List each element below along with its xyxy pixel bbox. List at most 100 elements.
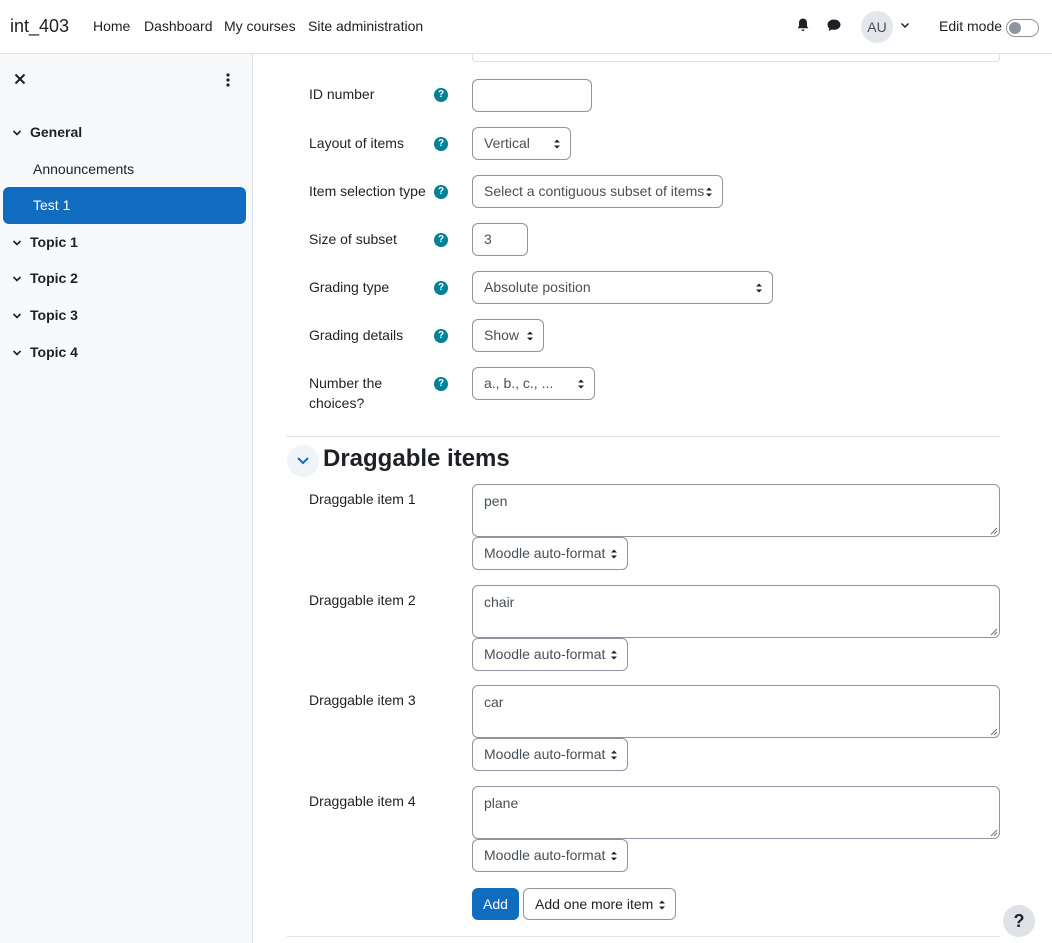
add-button[interactable]: Add [472, 888, 519, 920]
select-arrow-icon [659, 900, 665, 910]
section-divider [287, 436, 1000, 437]
help-icon[interactable]: ? [434, 233, 448, 247]
resize-handle-icon[interactable] [990, 527, 998, 535]
chevron-down-icon [12, 130, 22, 136]
select-arrow-icon [611, 650, 617, 660]
select-value: Moodle auto-format [484, 847, 606, 863]
grading-type-select[interactable]: Absolute position [472, 271, 773, 304]
collapse-section-button[interactable] [287, 445, 319, 477]
user-avatar[interactable]: AU [861, 11, 893, 43]
numbering-label-line1: Number the [309, 375, 383, 391]
select-arrow-icon [611, 549, 617, 559]
help-icon[interactable]: ? [434, 377, 448, 391]
draggable-item-label: Draggable item 2 [309, 592, 416, 608]
select-value: Vertical [484, 135, 530, 151]
bell-icon[interactable] [795, 17, 811, 33]
select-arrow-icon [554, 139, 560, 149]
select-arrow-icon [578, 379, 584, 389]
resize-handle-icon[interactable] [990, 829, 998, 837]
select-value: Moodle auto-format [484, 545, 606, 561]
textarea-value: pen [484, 493, 508, 509]
edit-mode-toggle[interactable] [1006, 19, 1039, 37]
help-icon[interactable]: ? [434, 329, 448, 343]
draggable-item-textarea[interactable]: pen [472, 484, 1000, 537]
layout-label: Layout of items [309, 135, 404, 151]
textarea-value: chair [484, 594, 515, 610]
section-title: Draggable items [323, 445, 510, 472]
main-content: ID number ? Layout of items ? Vertical I… [253, 50, 1052, 943]
section-topic-3[interactable]: Topic 3 [12, 307, 78, 323]
select-value: Absolute position [484, 279, 591, 295]
section-topic-4[interactable]: Topic 4 [12, 344, 78, 360]
help-icon[interactable]: ? [434, 137, 448, 151]
section-label: Topic 1 [30, 234, 78, 250]
format-select[interactable]: Moodle auto-format [472, 738, 628, 771]
item-test-1[interactable]: Test 1 [3, 187, 246, 224]
help-icon[interactable]: ? [434, 185, 448, 199]
subset-size-label: Size of subset [309, 231, 397, 247]
format-select[interactable]: Moodle auto-format [472, 638, 628, 671]
id-number-label: ID number [309, 86, 375, 102]
select-value: Moodle auto-format [484, 746, 606, 762]
select-value: Select a contiguous subset of items [484, 183, 705, 199]
resize-handle-icon[interactable] [990, 628, 998, 636]
item-announcements[interactable]: Announcements [33, 161, 134, 177]
nav-home[interactable]: Home [93, 18, 130, 34]
chevron-down-icon [297, 457, 309, 465]
draggable-item-textarea[interactable]: chair [472, 585, 1000, 638]
select-arrow-icon [527, 331, 533, 341]
chevron-down-icon [12, 240, 22, 246]
grading-details-label: Grading details [309, 327, 404, 343]
section-label: General [30, 124, 83, 140]
help-floating-button[interactable]: ? [1003, 905, 1035, 937]
numbering-select[interactable]: a., b., c., ... [472, 367, 595, 400]
help-icon[interactable]: ? [434, 88, 448, 102]
top-navbar: int_403 Home Dashboard My courses Site a… [0, 0, 1052, 54]
id-number-input[interactable] [472, 79, 592, 112]
draggable-item-label: Draggable item 3 [309, 692, 416, 708]
add-more-select[interactable]: Add one more item [523, 888, 676, 920]
chevron-down-icon [12, 313, 22, 319]
section-label: Topic 4 [30, 344, 78, 360]
close-icon[interactable] [13, 72, 27, 86]
subset-size-input[interactable]: 3 [472, 223, 528, 256]
select-arrow-icon [611, 851, 617, 861]
grading-type-label: Grading type [309, 279, 390, 295]
nav-my-courses[interactable]: My courses [224, 18, 296, 34]
site-brand[interactable]: int_403 [10, 16, 69, 37]
select-arrow-icon [756, 283, 762, 293]
chevron-down-icon[interactable] [899, 19, 911, 31]
section-general[interactable]: General [12, 124, 82, 140]
chevron-down-icon [12, 350, 22, 356]
textarea-value: car [484, 694, 504, 710]
chat-icon[interactable] [826, 17, 842, 33]
draggable-item-textarea[interactable]: plane [472, 786, 1000, 839]
format-select[interactable]: Moodle auto-format [472, 839, 628, 872]
select-arrow-icon [611, 750, 617, 760]
course-index-drawer: General Announcements Test 1 Topic 1 Top… [0, 54, 253, 943]
section-label: Topic 2 [30, 270, 78, 286]
textarea-value: plane [484, 795, 519, 811]
draggable-item-label: Draggable item 1 [309, 491, 416, 507]
resize-handle-icon[interactable] [990, 728, 998, 736]
layout-select[interactable]: Vertical [472, 127, 571, 160]
select-arrow-icon [706, 187, 712, 197]
kebab-menu-icon[interactable] [221, 72, 235, 88]
nav-dashboard[interactable]: Dashboard [144, 18, 213, 34]
edit-mode-label: Edit mode [939, 18, 1003, 34]
section-topic-1[interactable]: Topic 1 [12, 234, 78, 250]
select-value: Show [484, 327, 520, 343]
section-topic-2[interactable]: Topic 2 [12, 270, 78, 286]
numbering-label-line2: choices? [309, 395, 365, 411]
select-value: Moodle auto-format [484, 646, 606, 662]
draggable-item-textarea[interactable]: car [472, 685, 1000, 738]
nav-site-administration[interactable]: Site administration [308, 18, 423, 34]
select-value: a., b., c., ... [484, 375, 554, 391]
help-icon[interactable]: ? [434, 281, 448, 295]
section-divider [287, 936, 1000, 937]
grading-details-select[interactable]: Show [472, 319, 544, 352]
selection-type-label: Item selection type [309, 183, 426, 199]
format-select[interactable]: Moodle auto-format [472, 537, 628, 570]
selection-type-select[interactable]: Select a contiguous subset of items [472, 175, 723, 208]
section-label: Topic 3 [30, 307, 78, 323]
